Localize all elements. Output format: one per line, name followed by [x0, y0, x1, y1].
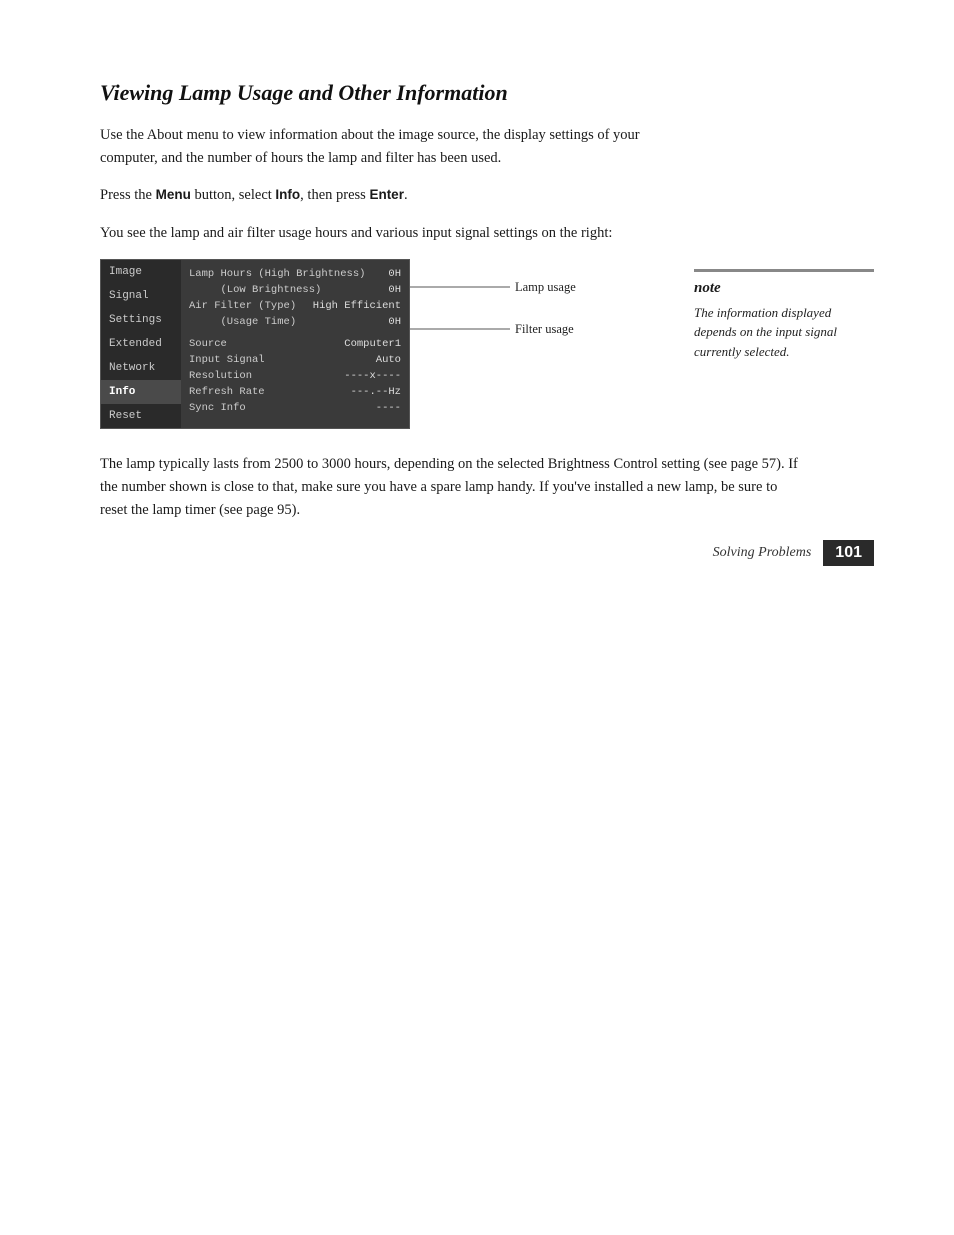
menu-row-filter-type: Air Filter (Type) High Efficient — [189, 298, 401, 314]
note-box: note The information displayed depends o… — [694, 269, 874, 429]
input-signal-value: Auto — [376, 354, 401, 366]
info-word: Info — [275, 187, 300, 202]
menu-row-lamp-low: (Low Brightness) 0H — [189, 282, 401, 298]
note-title: note — [694, 280, 874, 297]
sidebar-item-info[interactable]: Info — [101, 380, 181, 404]
sidebar-item-reset[interactable]: Reset — [101, 404, 181, 428]
sidebar-item-settings[interactable]: Settings — [101, 308, 181, 332]
sidebar-item-image[interactable]: Image — [101, 260, 181, 284]
resolution-label: Resolution — [189, 370, 252, 382]
resolution-value: ----x---- — [344, 370, 401, 382]
menu-row-source: Source Computer1 — [189, 336, 401, 352]
refresh-value: ---.--Hz — [351, 386, 401, 398]
note-text: The information displayed depends on the… — [694, 303, 874, 362]
page-footer: Solving Problems 101 — [713, 540, 874, 566]
screenshot-wrapper: Image Signal Settings Extended Network I… — [100, 259, 600, 429]
refresh-label: Refresh Rate — [189, 386, 265, 398]
lamp-low-label: (Low Brightness) — [189, 284, 321, 296]
callout-lamp-label: Lamp usage — [515, 280, 576, 294]
menu-screenshot: Image Signal Settings Extended Network I… — [100, 259, 410, 429]
filter-time-value: 0H — [388, 316, 401, 328]
sidebar-item-network[interactable]: Network — [101, 356, 181, 380]
followup-paragraph: The lamp typically lasts from 2500 to 30… — [100, 453, 800, 523]
callout-svg: Lamp usage Filter usage — [410, 259, 600, 439]
footer-section: Solving Problems — [713, 545, 812, 561]
lamp-high-label: Lamp Hours (High Brightness) — [189, 268, 365, 280]
filter-type-value: High Efficient — [313, 300, 401, 312]
enter-word: Enter — [369, 187, 404, 202]
page-number: 101 — [823, 540, 874, 566]
section-title: Viewing Lamp Usage and Other Information — [100, 80, 874, 106]
source-value: Computer1 — [344, 338, 401, 350]
content-area: Image Signal Settings Extended Network I… — [100, 259, 874, 429]
filter-type-label: Air Filter (Type) — [189, 300, 296, 312]
menu-row-refresh: Refresh Rate ---.--Hz — [189, 384, 401, 400]
signal-line: You see the lamp and air filter usage ho… — [100, 222, 680, 245]
lamp-low-value: 0H — [388, 284, 401, 296]
instruction-line: Press the Menu button, select Info, then… — [100, 184, 680, 207]
callout-filter-label: Filter usage — [515, 322, 574, 336]
sidebar-item-signal[interactable]: Signal — [101, 284, 181, 308]
filter-time-label: (Usage Time) — [189, 316, 296, 328]
sync-label: Sync Info — [189, 402, 246, 414]
input-signal-label: Input Signal — [189, 354, 265, 366]
menu-row-lamp-high: Lamp Hours (High Brightness) 0H — [189, 266, 401, 282]
left-content: Image Signal Settings Extended Network I… — [100, 259, 664, 429]
menu-sidebar: Image Signal Settings Extended Network I… — [101, 260, 181, 428]
intro-paragraph: Use the About menu to view information a… — [100, 124, 680, 170]
source-label: Source — [189, 338, 227, 350]
menu-row-input-signal: Input Signal Auto — [189, 352, 401, 368]
menu-row-filter-time: (Usage Time) 0H — [189, 314, 401, 330]
menu-row-resolution: Resolution ----x---- — [189, 368, 401, 384]
lamp-high-value: 0H — [388, 268, 401, 280]
sidebar-item-extended[interactable]: Extended — [101, 332, 181, 356]
menu-content: Lamp Hours (High Brightness) 0H (Low Bri… — [181, 260, 409, 428]
menu-row-sync: Sync Info ---- — [189, 400, 401, 416]
menu-word: Menu — [156, 187, 191, 202]
sync-value: ---- — [376, 402, 401, 414]
